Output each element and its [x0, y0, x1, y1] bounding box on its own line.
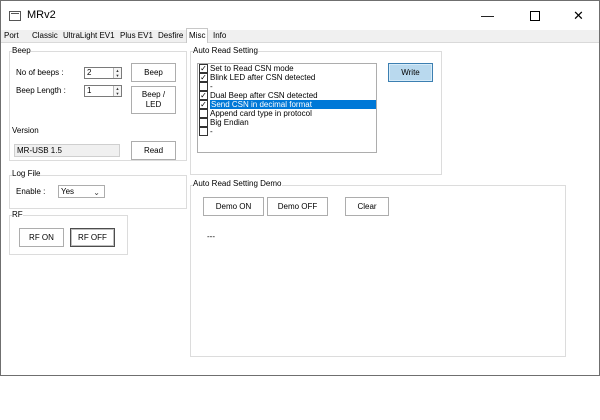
- beep-length-label: Beep Length :: [16, 86, 66, 95]
- auto-read-demo-group-label: Auto Read Setting Demo: [193, 179, 282, 188]
- auto-read-option-label: Set to Read CSN mode: [210, 64, 294, 73]
- num-beeps-stepper[interactable]: 2 ▲ ▼: [84, 67, 122, 79]
- tab-misc[interactable]: Misc: [186, 28, 209, 43]
- spin-down-icon[interactable]: ▼: [116, 91, 120, 96]
- checkmark-icon: ✓: [200, 64, 207, 73]
- auto-read-option-label: Send CSN in decimal format: [210, 100, 376, 109]
- auto-read-option[interactable]: -: [198, 127, 376, 136]
- num-beeps-value: 2: [87, 68, 92, 77]
- beep-group-label: Beep: [12, 46, 31, 55]
- beep-led-button[interactable]: Beep / LED: [131, 86, 176, 114]
- auto-read-checklist[interactable]: ✓ Set to Read CSN mode ✓ Blink LED after CS…: [197, 63, 377, 153]
- auto-read-option-label: Blink LED after CSN detected: [210, 73, 316, 82]
- checkbox-checked[interactable]: ✓: [199, 64, 208, 73]
- maximize-button[interactable]: [512, 3, 557, 29]
- version-field: MR-USB 1.5: [14, 144, 120, 157]
- checkbox-checked[interactable]: ✓: [199, 91, 208, 100]
- spin-arrows-icon[interactable]: ▲ ▼: [113, 68, 121, 78]
- app-window-icon: [9, 11, 21, 21]
- maximize-icon: [529, 10, 540, 21]
- num-beeps-label: No of beeps :: [16, 68, 64, 77]
- minimize-button[interactable]: —: [465, 3, 510, 29]
- demo-on-button[interactable]: Demo ON: [203, 197, 264, 216]
- log-enable-value: Yes: [61, 187, 75, 196]
- window-title: MRv2: [27, 9, 56, 21]
- spin-arrows-icon[interactable]: ▲ ▼: [113, 86, 121, 96]
- write-button[interactable]: Write: [388, 63, 433, 82]
- beep-length-value: 1: [87, 86, 92, 95]
- log-enable-select[interactable]: Yes ⌄: [58, 185, 105, 198]
- spin-down-icon[interactable]: ▼: [116, 73, 120, 78]
- demo-off-button[interactable]: Demo OFF: [267, 197, 328, 216]
- auto-read-option[interactable]: ✓ Set to Read CSN mode: [198, 64, 376, 73]
- auto-read-group-label: Auto Read Setting: [193, 46, 258, 55]
- title-bar: MRv2 — ✕: [1, 1, 599, 31]
- rf-group-label: RF: [12, 210, 23, 219]
- checkmark-icon: ✓: [200, 100, 207, 109]
- checkbox-unchecked[interactable]: [199, 127, 208, 136]
- auto-read-option[interactable]: -: [198, 82, 376, 91]
- auto-read-option-label: Dual Beep after CSN detected: [210, 91, 318, 100]
- checkmark-icon: ✓: [200, 73, 207, 82]
- checkmark-icon: ✓: [200, 91, 207, 100]
- checkbox-unchecked[interactable]: [199, 109, 208, 118]
- rf-on-button[interactable]: RF ON: [19, 228, 64, 247]
- auto-read-option[interactable]: ✓ Send CSN in decimal format: [198, 100, 376, 109]
- auto-read-option[interactable]: Big Endian: [198, 118, 376, 127]
- tab-port[interactable]: Port: [4, 30, 19, 42]
- misc-tab-panel: Beep No of beeps : 2 ▲ ▼ Beep Length : 1 …: [1, 43, 599, 375]
- auto-read-option-label: Big Endian: [210, 118, 249, 127]
- version-group-label: Version: [12, 126, 39, 135]
- tab-desfire[interactable]: Desfire: [158, 30, 183, 42]
- beep-length-stepper[interactable]: 1 ▲ ▼: [84, 85, 122, 97]
- beep-button[interactable]: Beep: [131, 63, 176, 82]
- auto-read-option[interactable]: Append card type in protocol: [198, 109, 376, 118]
- tab-info[interactable]: Info: [213, 30, 226, 42]
- close-button[interactable]: ✕: [556, 3, 599, 29]
- chevron-down-icon: ⌄: [93, 188, 100, 197]
- log-file-group-label: Log File: [12, 169, 41, 178]
- read-version-button[interactable]: Read: [131, 141, 176, 160]
- checkbox-checked[interactable]: ✓: [199, 73, 208, 82]
- auto-read-option[interactable]: ✓ Blink LED after CSN detected: [198, 73, 376, 82]
- demo-output-text: ---: [207, 232, 215, 241]
- log-enable-label: Enable :: [16, 187, 46, 196]
- tab-classic[interactable]: Classic: [32, 30, 58, 42]
- clear-button[interactable]: Clear: [345, 197, 389, 216]
- tab-bar: Port Classic UltraLight EV1 Plus EV1 Des…: [1, 28, 599, 43]
- auto-read-option-label: -: [210, 127, 213, 136]
- checkbox-unchecked[interactable]: [199, 82, 208, 91]
- tab-ultralight-ev1[interactable]: UltraLight EV1: [63, 30, 115, 42]
- tab-plus-ev1[interactable]: Plus EV1: [120, 30, 153, 42]
- auto-read-option-label: Append card type in protocol: [210, 109, 312, 118]
- rf-off-button[interactable]: RF OFF: [70, 228, 115, 247]
- auto-read-option-label: -: [210, 82, 213, 91]
- auto-read-option[interactable]: ✓ Dual Beep after CSN detected: [198, 91, 376, 100]
- app-window: MRv2 — ✕ Port Classic UltraLight EV1 Plu…: [0, 0, 600, 376]
- checkbox-unchecked[interactable]: [199, 118, 208, 127]
- checkbox-checked[interactable]: ✓: [199, 100, 208, 109]
